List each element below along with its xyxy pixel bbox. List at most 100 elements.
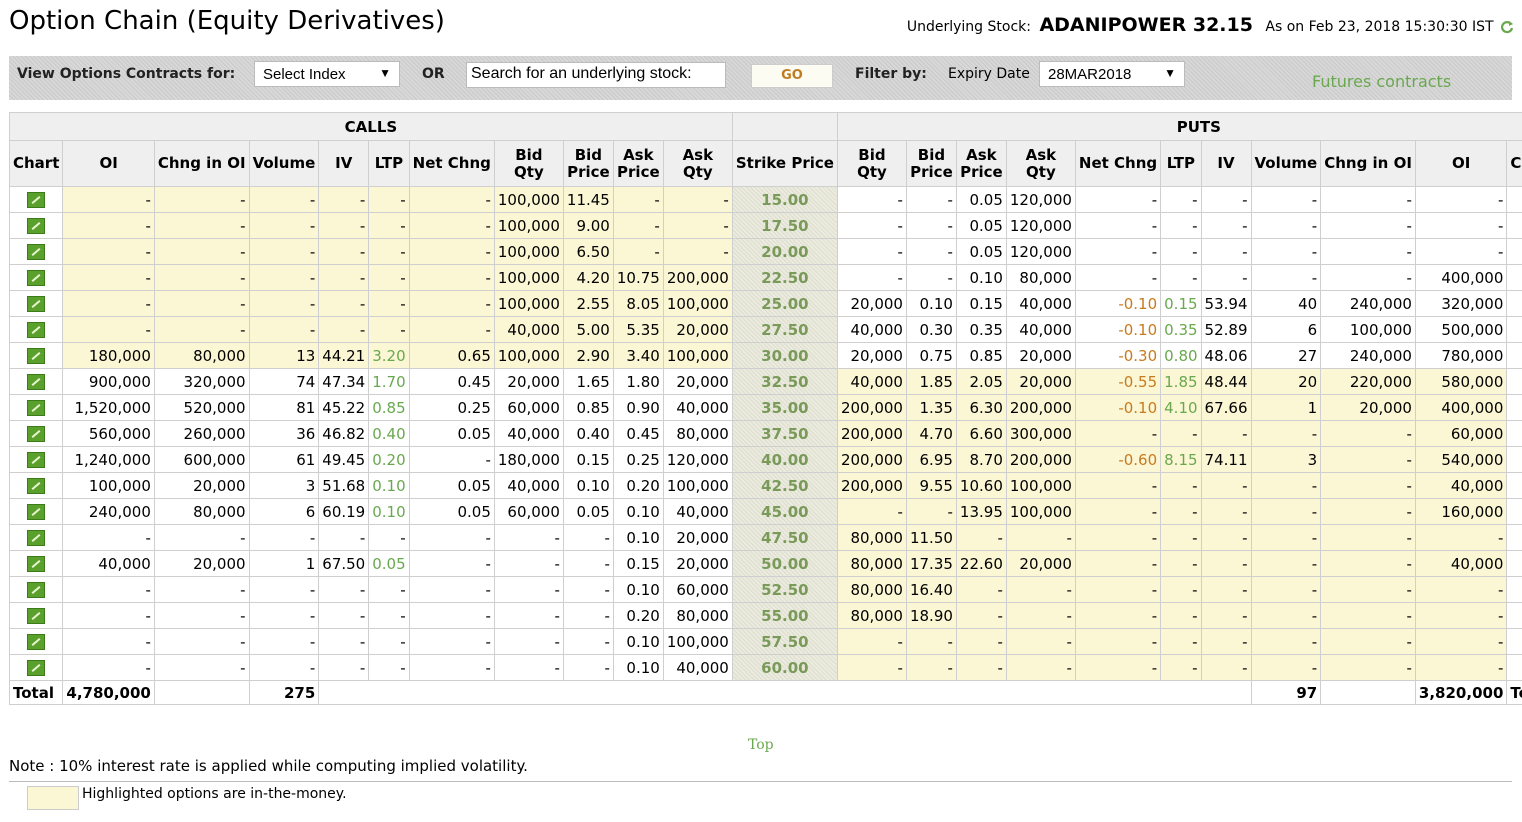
chart-icon[interactable] xyxy=(27,660,46,676)
call-cell[interactable]: - xyxy=(62,524,155,551)
call-cell: - xyxy=(153,212,250,239)
put-cell: - xyxy=(1250,420,1322,447)
go-button[interactable]: GO xyxy=(751,64,833,88)
chart-icon[interactable] xyxy=(27,374,46,390)
call-cell[interactable]: - xyxy=(62,264,155,291)
put-cell: - xyxy=(1320,550,1416,577)
put-cell: - xyxy=(1320,654,1416,681)
put-cell[interactable]: 500,000 xyxy=(1414,316,1508,343)
call-cell[interactable]: 1,520,000 xyxy=(62,394,155,421)
put-cell[interactable]: 320,000 xyxy=(1414,290,1508,317)
stock-search-input[interactable]: Search for an underlying stock: xyxy=(466,62,726,88)
refresh-icon[interactable] xyxy=(1500,20,1514,34)
put-cell: 1 xyxy=(1250,394,1322,421)
chart-icon[interactable] xyxy=(27,192,46,208)
put-cell: - xyxy=(836,264,907,291)
top-link[interactable]: Top xyxy=(748,737,774,753)
call-cell[interactable]: - xyxy=(62,316,155,343)
put-cell: -0.55 xyxy=(1074,368,1162,395)
put-cell: 27 xyxy=(1250,342,1322,369)
chart-icon[interactable] xyxy=(27,634,46,650)
chart-icon[interactable] xyxy=(27,556,46,572)
put-cell: 20,000 xyxy=(1320,394,1416,421)
put-cell: - xyxy=(1320,212,1416,239)
put-cell: - xyxy=(905,498,957,525)
chart-cell xyxy=(8,628,64,655)
put-cell[interactable]: 400,000 xyxy=(1414,264,1508,291)
strike-price: 40.00 xyxy=(731,446,838,473)
call-cell: 40,000 xyxy=(662,498,733,525)
put-cell[interactable]: - xyxy=(1414,654,1508,681)
call-cell: - xyxy=(318,316,370,343)
call-cell: - xyxy=(248,238,320,265)
call-cell: 51.68 xyxy=(318,472,370,499)
put-cell[interactable]: 60,000 xyxy=(1414,420,1508,447)
chart-icon[interactable] xyxy=(27,582,46,598)
put-cell[interactable]: - xyxy=(1414,238,1508,265)
put-cell: - xyxy=(1200,472,1252,499)
chart-icon[interactable] xyxy=(27,322,46,338)
call-cell: - xyxy=(408,576,495,603)
chart-icon[interactable] xyxy=(27,218,46,234)
chart-icon[interactable] xyxy=(27,452,46,468)
call-cell[interactable]: 40,000 xyxy=(62,550,155,577)
call-cell: 0.10 xyxy=(612,628,664,655)
call-cell[interactable]: - xyxy=(62,290,155,317)
chart-icon[interactable] xyxy=(27,504,46,520)
call-cell: 0.90 xyxy=(612,394,664,421)
futures-contracts-link[interactable]: Futures contracts xyxy=(1312,72,1451,91)
call-cell[interactable]: 900,000 xyxy=(62,368,155,395)
chart-icon[interactable] xyxy=(27,270,46,286)
call-cell[interactable]: 560,000 xyxy=(62,420,155,447)
call-cell: - xyxy=(153,576,250,603)
chart-icon[interactable] xyxy=(27,244,46,260)
put-cell[interactable]: - xyxy=(1414,576,1508,603)
put-cell: - xyxy=(1250,238,1322,265)
index-select[interactable]: Select Index ▼ xyxy=(254,61,400,87)
expiry-select[interactable]: 28MAR2018 ▼ xyxy=(1039,61,1185,87)
call-cell: - xyxy=(368,576,410,603)
put-cell[interactable]: 40,000 xyxy=(1414,472,1508,499)
call-cell[interactable]: - xyxy=(62,602,155,629)
column-header: Strike Price xyxy=(731,140,838,187)
call-cell[interactable]: 100,000 xyxy=(62,472,155,499)
call-cell[interactable]: 240,000 xyxy=(62,498,155,525)
call-cell: - xyxy=(612,238,664,265)
put-cell[interactable]: 40,000 xyxy=(1414,550,1508,577)
chart-icon[interactable] xyxy=(27,530,46,546)
call-cell: - xyxy=(562,524,614,551)
chart-icon[interactable] xyxy=(27,296,46,312)
chart-icon[interactable] xyxy=(27,426,46,442)
column-header: Chng in OI xyxy=(1320,140,1416,187)
put-cell[interactable]: - xyxy=(1414,212,1508,239)
put-cell[interactable]: - xyxy=(1414,628,1508,655)
chart-icon[interactable] xyxy=(27,348,46,364)
call-cell[interactable]: - xyxy=(62,212,155,239)
call-cell[interactable]: - xyxy=(62,576,155,603)
call-cell[interactable]: 1,240,000 xyxy=(62,446,155,473)
put-cell[interactable]: 400,000 xyxy=(1414,394,1508,421)
put-cell[interactable]: 580,000 xyxy=(1414,368,1508,395)
chart-icon[interactable] xyxy=(27,400,46,416)
call-cell[interactable]: 180,000 xyxy=(62,342,155,369)
chart-icon[interactable] xyxy=(27,608,46,624)
call-cell[interactable]: - xyxy=(62,628,155,655)
call-cell: - xyxy=(408,446,495,473)
put-cell: 100,000 xyxy=(1320,316,1416,343)
call-cell: - xyxy=(408,238,495,265)
call-cell: 0.10 xyxy=(612,498,664,525)
put-cell[interactable]: - xyxy=(1414,186,1508,213)
strike-price: 55.00 xyxy=(731,602,838,629)
put-cell[interactable]: - xyxy=(1414,524,1508,551)
put-cell[interactable]: 540,000 xyxy=(1414,446,1508,473)
chevron-down-icon: ▼ xyxy=(1164,66,1176,80)
put-cell: - xyxy=(1074,602,1162,629)
chart-icon[interactable] xyxy=(27,478,46,494)
put-cell[interactable]: 780,000 xyxy=(1414,342,1508,369)
call-cell[interactable]: - xyxy=(62,238,155,265)
call-cell[interactable]: - xyxy=(62,186,155,213)
chart-cell xyxy=(8,342,64,369)
put-cell[interactable]: 160,000 xyxy=(1414,498,1508,525)
call-cell[interactable]: - xyxy=(62,654,155,681)
put-cell[interactable]: - xyxy=(1414,602,1508,629)
